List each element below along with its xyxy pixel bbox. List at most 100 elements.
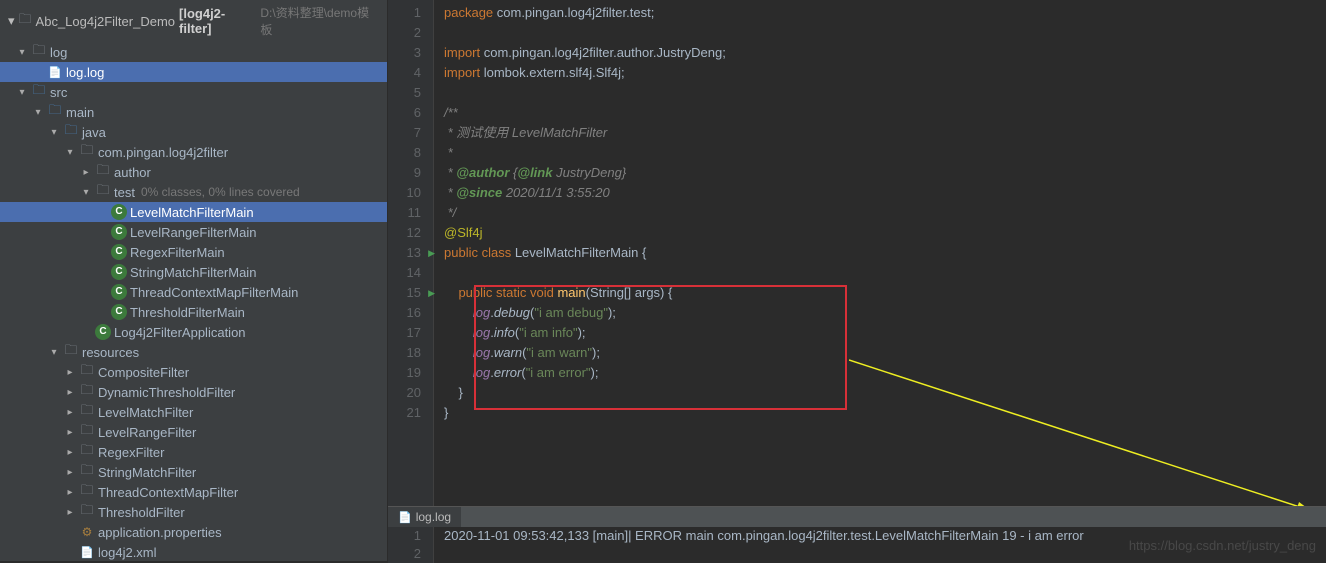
class-icon (111, 264, 127, 280)
class-icon (111, 304, 127, 320)
folder-icon (63, 344, 79, 360)
tree-label: ThresholdFilter (98, 505, 185, 520)
tab-label: log.log (416, 510, 451, 524)
folder-icon (79, 384, 95, 400)
folder-icon (31, 44, 47, 60)
tree-label: ThresholdFilterMain (130, 305, 245, 320)
expand-icon: ▸ (64, 467, 76, 478)
tree-item[interactable]: ▾ log (0, 42, 387, 62)
tree-item[interactable]: log4j2.xml (0, 542, 387, 561)
tree-item[interactable]: application.properties (0, 522, 387, 542)
tree-label: LevelRangeFilter (98, 425, 196, 440)
folder-blue-icon (47, 104, 63, 120)
class-icon (111, 204, 127, 220)
tree-item[interactable]: LevelMatchFilterMain (0, 202, 387, 222)
tree-label: log (50, 45, 67, 60)
tree-label: StringMatchFilter (98, 465, 196, 480)
project-tree-panel: ▾ Abc_Log4j2Filter_Demo [log4j2-filter] … (0, 0, 388, 561)
log-icon (398, 510, 412, 524)
expand-icon: ▸ (64, 487, 76, 498)
project-title[interactable]: ▾ Abc_Log4j2Filter_Demo [log4j2-filter] … (0, 0, 387, 42)
class-icon (111, 284, 127, 300)
tree-item[interactable]: ▸ LevelMatchFilter (0, 402, 387, 422)
output-tabs: log.log (388, 507, 1326, 527)
tree-item[interactable]: ▾ main (0, 102, 387, 122)
folder-icon (79, 504, 95, 520)
tree-item[interactable]: log.log (0, 62, 387, 82)
tree-item[interactable]: ▾resources (0, 342, 387, 362)
tree-label: LevelRangeFilterMain (130, 225, 256, 240)
log-icon (47, 64, 63, 80)
expand-icon: ▸ (64, 387, 76, 398)
output-tab-log[interactable]: log.log (388, 507, 461, 527)
tree-label: ThreadContextMapFilterMain (130, 285, 298, 300)
tree-item[interactable]: ▸ StringMatchFilter (0, 462, 387, 482)
tree-label: src (50, 85, 67, 100)
class-icon (111, 244, 127, 260)
tree-label: com.pingan.log4j2filter (98, 145, 228, 160)
tree-item[interactable]: ▾com.pingan.log4j2filter (0, 142, 387, 162)
chevron-down-icon: ▾ (8, 13, 15, 29)
tree-item[interactable]: ▸ CompositeFilter (0, 362, 387, 382)
log-gutter: 12 (388, 527, 434, 563)
tree-item[interactable]: ▸ThresholdFilter (0, 502, 387, 522)
tree-label: log.log (66, 65, 104, 80)
tree-item[interactable]: ThreadContextMapFilterMain (0, 282, 387, 302)
folder-icon (79, 444, 95, 460)
tree-item[interactable]: LevelRangeFilterMain (0, 222, 387, 242)
tree-label: ThreadContextMapFilter (98, 485, 238, 500)
tree-label: log4j2.xml (98, 545, 157, 560)
expand-icon: ▾ (16, 47, 28, 58)
tree-item[interactable]: Log4j2FilterApplication (0, 322, 387, 342)
prop-icon (79, 524, 95, 540)
folder-icon (79, 364, 95, 380)
tree-item[interactable]: ▸ ThreadContextMapFilter (0, 482, 387, 502)
watermark: https://blog.csdn.net/justry_deng (1129, 538, 1316, 553)
code-content[interactable]: package com.pingan.log4j2filter.test;imp… (434, 0, 1326, 506)
tree-item[interactable]: ▾ src (0, 82, 387, 102)
expand-icon: ▸ (64, 427, 76, 438)
tree-item[interactable]: ▸ DynamicThresholdFilter (0, 382, 387, 402)
expand-icon: ▸ (64, 367, 76, 378)
expand-icon: ▾ (48, 127, 60, 138)
tree-label: LevelMatchFilterMain (130, 205, 254, 220)
code-editor[interactable]: 123456789101112131415161718192021 packag… (388, 0, 1326, 506)
tree-item[interactable]: ▸ RegexFilter (0, 442, 387, 462)
expand-icon: ▾ (16, 87, 28, 98)
folder-blue-icon (63, 124, 79, 140)
tree-item[interactable]: ▾ java (0, 122, 387, 142)
folder-icon (19, 10, 32, 32)
tree-label: StringMatchFilterMain (130, 265, 256, 280)
tree-label: java (82, 125, 106, 140)
tree-item[interactable]: StringMatchFilterMain (0, 262, 387, 282)
tree-item[interactable]: ▸ LevelRangeFilter (0, 422, 387, 442)
expand-icon: ▸ (64, 447, 76, 458)
expand-icon: ▾ (48, 347, 60, 358)
expand-icon: ▸ (64, 407, 76, 418)
tree-item[interactable]: RegexFilterMain (0, 242, 387, 262)
expand-icon: ▾ (80, 187, 92, 198)
xml-icon (79, 544, 95, 560)
editor-area: 123456789101112131415161718192021 packag… (388, 0, 1326, 561)
folder-icon (79, 404, 95, 420)
tree-label: author (114, 165, 151, 180)
pkg-icon (95, 164, 111, 180)
tree-item[interactable]: ▸author (0, 162, 387, 182)
tree-label: DynamicThresholdFilter (98, 385, 235, 400)
tree-label: test (114, 185, 135, 200)
line-gutter: 123456789101112131415161718192021 (388, 0, 434, 506)
folder-icon (79, 464, 95, 480)
project-module: [log4j2-filter] (179, 6, 256, 36)
class-icon (95, 324, 111, 340)
tree-label: LevelMatchFilter (98, 405, 193, 420)
project-tree[interactable]: ▾loglog.log▾src▾main▾java▾com.pingan.log… (0, 42, 387, 561)
tree-label: main (66, 105, 94, 120)
tree-label: RegexFilter (98, 445, 164, 460)
tree-item[interactable]: ▾test0% classes, 0% lines covered (0, 182, 387, 202)
expand-icon: ▾ (32, 107, 44, 118)
project-path: D:\资料整理\demo模板 (260, 4, 379, 38)
tree-label: RegexFilterMain (130, 245, 225, 260)
folder-icon (79, 424, 95, 440)
tree-item[interactable]: ThresholdFilterMain (0, 302, 387, 322)
tree-label: CompositeFilter (98, 365, 189, 380)
